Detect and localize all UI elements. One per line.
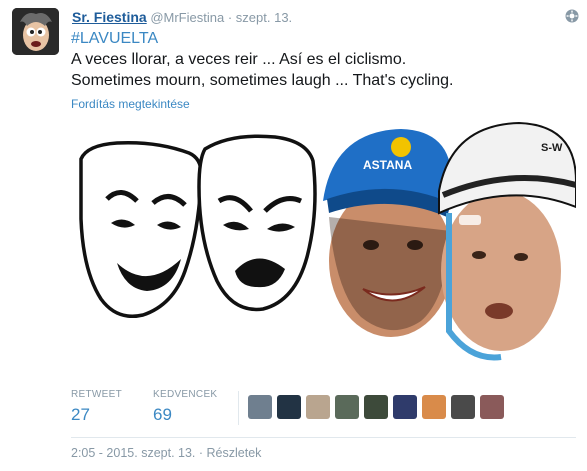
tweet-timestamp[interactable]: 2:05 - 2015. szept. 13. bbox=[71, 446, 195, 460]
display-name[interactable]: Sr. Fiestina bbox=[72, 9, 147, 25]
svg-text:S-W: S-W bbox=[541, 142, 563, 154]
favoriter-avatar[interactable] bbox=[451, 395, 475, 419]
avatar-image bbox=[12, 8, 59, 55]
header-separator: · bbox=[227, 10, 233, 25]
tweet: Sr. Fiestina @MrFiestina · szept. 13. #L… bbox=[0, 0, 587, 471]
cyclist-laughing: ASTANA bbox=[323, 129, 453, 337]
stats-divider bbox=[238, 391, 239, 425]
tweet-line-spanish: A veces llorar, a veces reir ... Así es … bbox=[71, 51, 407, 68]
favoriter-avatar[interactable] bbox=[393, 395, 417, 419]
details-link[interactable]: Részletek bbox=[207, 446, 262, 460]
favoriter-avatar[interactable] bbox=[306, 395, 330, 419]
comedy-mask bbox=[79, 140, 203, 318]
hashtag-link[interactable]: #LAVUELTA bbox=[71, 28, 453, 49]
cyclist-grimacing: S-W bbox=[438, 121, 576, 361]
tweet-line-english: Sometimes mourn, sometimes laugh ... Tha… bbox=[71, 72, 454, 89]
favorites-label: KEDVENCEK bbox=[153, 389, 218, 400]
masks-and-cyclists-illustration: ASTANA S-W bbox=[79, 121, 576, 361]
favoriter-avatar[interactable] bbox=[277, 395, 301, 419]
retweet-label: RETWEET bbox=[71, 389, 122, 400]
tweet-footer: 2:05 - 2015. szept. 13. · Részletek bbox=[71, 446, 261, 460]
translate-link[interactable]: Fordítás megtekintése bbox=[71, 97, 190, 111]
tweet-stats: RETWEET 27 KEDVENCEK 69 bbox=[71, 389, 576, 429]
tweet-media-image[interactable]: ASTANA S-W bbox=[71, 121, 576, 374]
favoriter-avatar[interactable] bbox=[422, 395, 446, 419]
favoriter-avatar[interactable] bbox=[248, 395, 272, 419]
tweet-date[interactable]: szept. 13. bbox=[236, 10, 292, 25]
tweet-header: Sr. Fiestina @MrFiestina · szept. 13. bbox=[72, 9, 292, 26]
favorites-stat[interactable]: KEDVENCEK 69 bbox=[153, 389, 217, 425]
footer-divider bbox=[71, 437, 576, 438]
favorites-count: 69 bbox=[153, 405, 172, 424]
footer-separator: · bbox=[198, 446, 204, 460]
retweet-count: 27 bbox=[71, 405, 90, 424]
retweet-stat[interactable]: RETWEET 27 bbox=[71, 389, 122, 425]
svg-text:ASTANA: ASTANA bbox=[363, 158, 412, 172]
tragedy-mask bbox=[197, 134, 317, 312]
gear-icon[interactable] bbox=[565, 9, 579, 23]
user-handle[interactable]: @MrFiestina bbox=[150, 10, 224, 25]
favoriter-avatar[interactable] bbox=[364, 395, 388, 419]
tweet-text: #LAVUELTA A veces llorar, a veces reir .… bbox=[71, 28, 453, 91]
avatar[interactable] bbox=[12, 8, 59, 55]
favoriter-avatar[interactable] bbox=[335, 395, 359, 419]
favoriter-avatar[interactable] bbox=[480, 395, 504, 419]
